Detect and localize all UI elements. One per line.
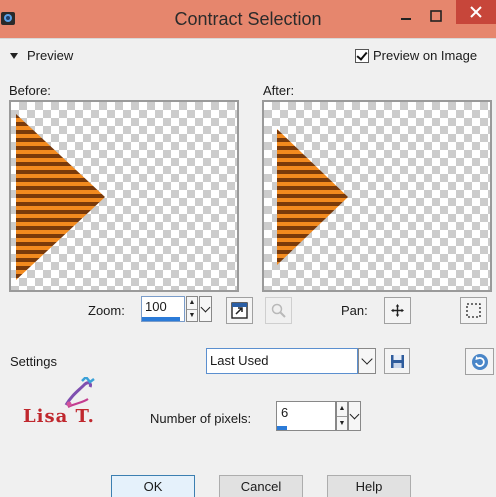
collapse-arrow-icon xyxy=(10,52,18,59)
help-button-label: Help xyxy=(355,479,383,494)
fit-window-icon xyxy=(231,302,248,319)
before-triangle xyxy=(16,114,105,280)
zoom-input[interactable]: 100 xyxy=(141,296,185,322)
preview-on-image-label: Preview on Image xyxy=(373,48,478,63)
reset-arrow-icon xyxy=(471,353,488,370)
before-preview-panel[interactable] xyxy=(9,100,239,292)
author-logo-text: Lisa T. xyxy=(23,406,95,427)
window-title: Contract Selection xyxy=(174,9,322,29)
spin-up-icon[interactable]: ▲ xyxy=(337,402,347,416)
after-triangle xyxy=(277,129,348,265)
floppy-disk-icon xyxy=(390,354,404,368)
spin-up-icon[interactable]: ▲ xyxy=(187,297,197,309)
close-icon xyxy=(470,6,482,18)
pixels-label: Number of pixels: xyxy=(150,411,252,426)
pixels-value: 6 xyxy=(281,405,289,420)
cancel-button[interactable]: Cancel xyxy=(219,475,303,497)
selection-button[interactable] xyxy=(460,297,487,324)
zoom-progress-bar xyxy=(142,317,180,321)
preview-section-label: Preview xyxy=(27,48,74,63)
before-label: Before: xyxy=(9,83,51,98)
zoom-value: 100 xyxy=(145,299,167,314)
zoom-spinner[interactable]: ▲ ▼ xyxy=(186,296,198,322)
zoom-to-fit-button[interactable] xyxy=(265,297,292,324)
fit-view-button[interactable] xyxy=(226,297,253,324)
pixels-dropdown-button[interactable] xyxy=(348,401,361,431)
marquee-selection-icon xyxy=(466,303,481,318)
preview-on-image-checkbox[interactable]: Preview on Image xyxy=(355,48,477,63)
checkbox-checked-icon xyxy=(355,48,369,63)
spin-down-icon[interactable]: ▼ xyxy=(187,308,197,322)
close-button[interactable] xyxy=(456,0,496,24)
preview-section-toggle[interactable]: Preview xyxy=(10,48,73,63)
pixels-progress-bar xyxy=(277,426,287,430)
help-button[interactable]: Help xyxy=(327,475,411,497)
ok-button[interactable]: OK xyxy=(111,475,195,497)
pixels-input[interactable]: 6 xyxy=(276,401,336,431)
save-preset-button[interactable] xyxy=(384,348,410,374)
reset-button[interactable] xyxy=(465,348,494,375)
ok-button-label: OK xyxy=(143,479,163,494)
after-preview-panel[interactable] xyxy=(262,100,492,292)
move-crosshair-icon xyxy=(391,304,404,317)
minimize-button[interactable] xyxy=(393,4,419,28)
maximize-button[interactable] xyxy=(426,4,446,28)
cancel-button-label: Cancel xyxy=(240,479,282,494)
settings-dropdown-button[interactable] xyxy=(358,348,376,374)
pan-label: Pan: xyxy=(341,303,368,318)
spin-down-icon[interactable]: ▼ xyxy=(337,415,347,431)
settings-label: Settings xyxy=(10,354,57,369)
title-bar: Contract Selection xyxy=(0,0,496,38)
pixels-spinner[interactable]: ▲ ▼ xyxy=(336,401,348,431)
minimize-icon xyxy=(401,18,411,20)
after-label: After: xyxy=(263,83,295,98)
settings-preset-select[interactable]: Last Used xyxy=(206,348,358,374)
pan-button[interactable] xyxy=(384,297,411,324)
settings-selected-value: Last Used xyxy=(210,353,269,368)
dialog-body: Preview Preview on Image Before: After: xyxy=(0,38,496,497)
magnifier-icon xyxy=(271,303,286,318)
zoom-label: Zoom: xyxy=(88,303,125,318)
zoom-dropdown-button[interactable] xyxy=(199,296,212,322)
maximize-icon xyxy=(430,10,442,22)
